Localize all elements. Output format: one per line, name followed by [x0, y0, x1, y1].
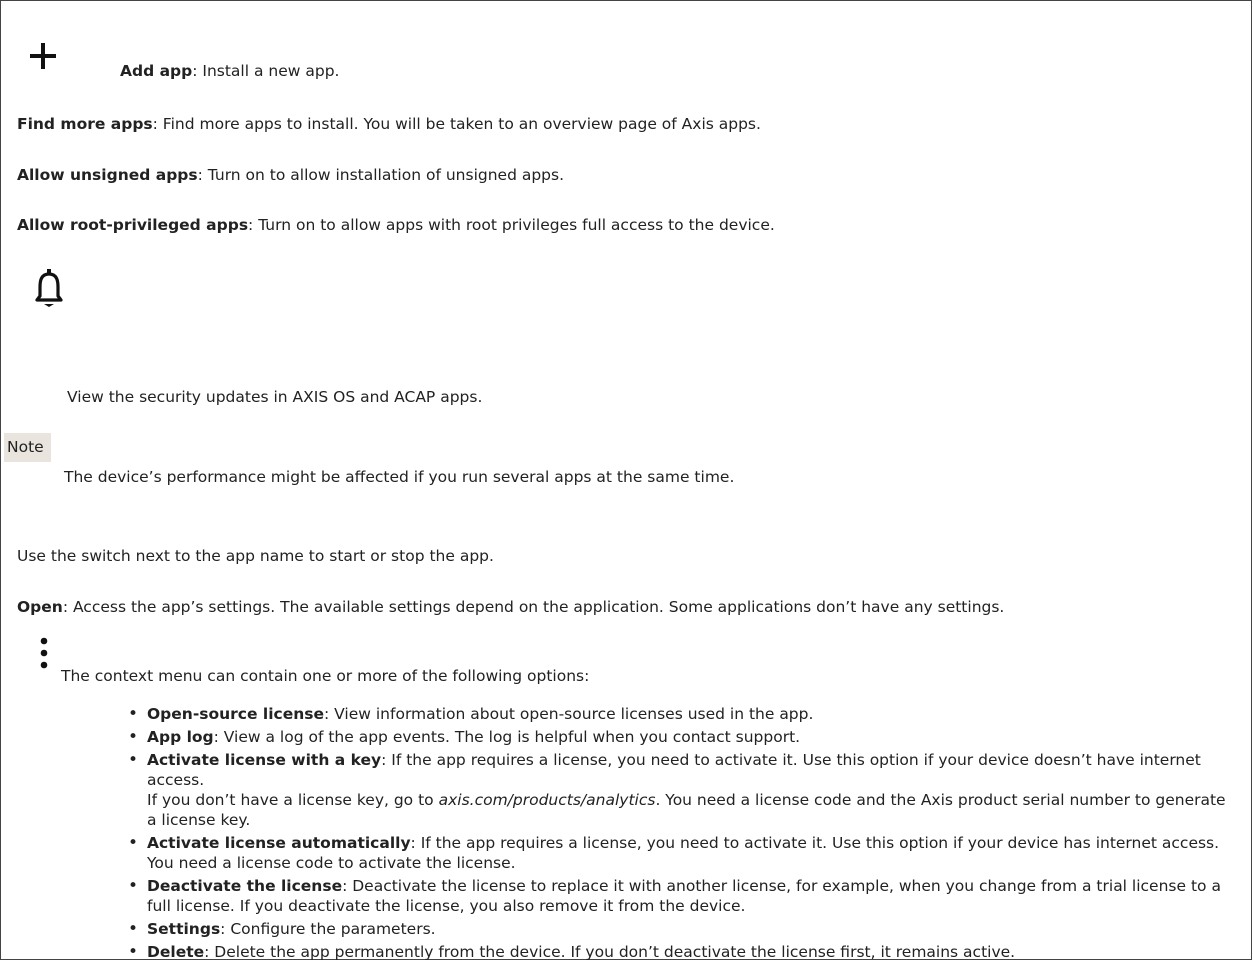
allow-unsigned-title: Allow unsigned apps — [17, 166, 198, 184]
allow-root-line: Allow root-privileged apps: Turn on to a… — [17, 216, 775, 234]
switch-text: Use the switch next to the app name to s… — [17, 547, 494, 565]
list-item: Settings: Configure the parameters. — [128, 919, 1238, 939]
list-item: Deactivate the license: Deactivate the l… — [128, 876, 1238, 916]
list-item: App log: View a log of the app events. T… — [128, 727, 1238, 747]
allow-unsigned-desc: : Turn on to allow installation of unsig… — [197, 166, 565, 184]
open-title: Open — [17, 598, 63, 616]
security-updates-text: View the security updates in AXIS OS and… — [67, 388, 483, 406]
option-desc: : View information about open-source lic… — [324, 705, 814, 723]
option-title: Deactivate the license — [147, 877, 343, 895]
context-options-list: Open-source license: View information ab… — [128, 704, 1238, 962]
option-subtext: If you don’t have a license key, go to a… — [147, 791, 1226, 829]
list-item: Activate license with a key: If the app … — [128, 750, 1238, 830]
allow-root-desc: : Turn on to allow apps with root privil… — [248, 216, 775, 234]
allow-unsigned-line: Allow unsigned apps: Turn on to allow in… — [17, 166, 564, 184]
option-title: Delete — [147, 943, 205, 961]
allow-root-title: Allow root-privileged apps — [17, 216, 249, 234]
find-more-apps-title: Find more apps — [17, 115, 153, 133]
option-title: Activate license with a key — [147, 751, 382, 769]
add-app-title: Add app — [120, 62, 193, 80]
option-title: Open-source license — [147, 705, 325, 723]
list-item: Activate license automatically: If the a… — [128, 833, 1238, 873]
analytics-link[interactable]: axis.com/products/analytics — [439, 791, 656, 809]
document-page: Add app: Install a new app. Find more ap… — [0, 0, 1252, 962]
bell-icon — [35, 269, 63, 313]
open-line: Open: Access the app’s settings. The ava… — [17, 598, 1004, 616]
open-desc: : Access the app’s settings. The availab… — [62, 598, 1005, 616]
note-text: The device’s performance might be affect… — [64, 468, 735, 486]
list-item: Delete: Delete the app permanently from … — [128, 942, 1238, 962]
add-app-desc: : Install a new app. — [192, 62, 340, 80]
add-app-line: Add app: Install a new app. — [120, 62, 339, 80]
option-desc: : Configure the parameters. — [220, 920, 436, 938]
option-title: Activate license automatically — [147, 834, 411, 852]
more-vertical-icon — [39, 637, 49, 675]
context-menu-text: The context menu can contain one or more… — [61, 667, 590, 685]
find-more-apps-desc: : Find more apps to install. You will be… — [152, 115, 761, 133]
option-desc: : View a log of the app events. The log … — [213, 728, 801, 746]
option-title: Settings — [147, 920, 221, 938]
plus-icon — [28, 41, 58, 75]
option-title: App log — [147, 728, 214, 746]
option-desc: : Delete the app permanently from the de… — [204, 943, 1016, 961]
list-item: Open-source license: View information ab… — [128, 704, 1238, 724]
note-label: Note — [4, 433, 51, 462]
find-more-apps-line: Find more apps: Find more apps to instal… — [17, 115, 761, 133]
